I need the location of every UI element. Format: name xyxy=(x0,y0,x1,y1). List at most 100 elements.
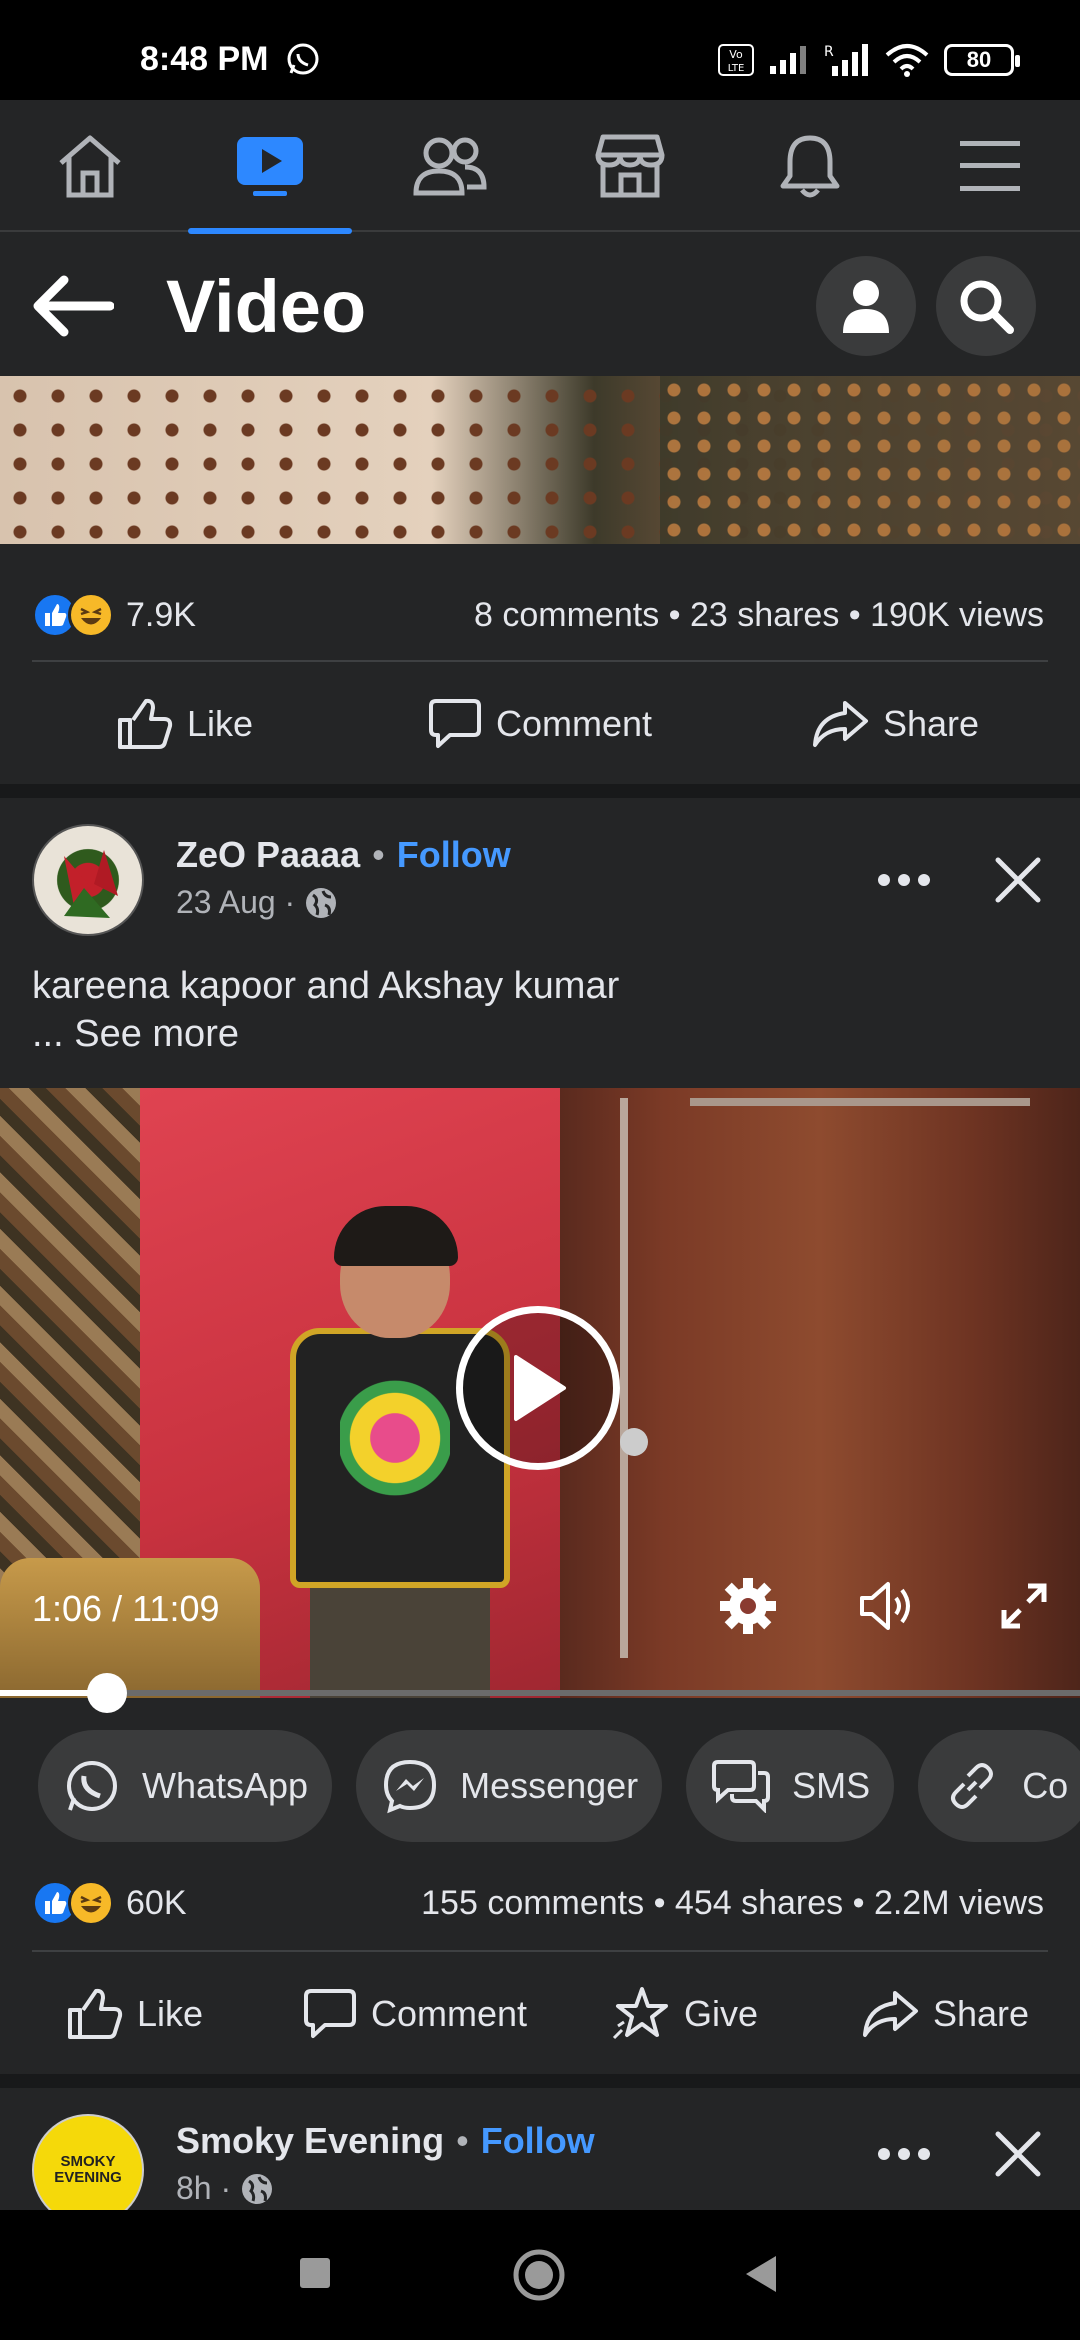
reaction-count: 7.9K xyxy=(126,595,196,634)
recents-icon[interactable] xyxy=(298,2256,332,2290)
like-button[interactable]: Like xyxy=(0,698,370,750)
play-icon xyxy=(514,1355,566,1421)
give-button[interactable]: Give xyxy=(560,1986,810,2042)
svg-text:LTE: LTE xyxy=(728,63,745,74)
progress-knob[interactable] xyxy=(86,1673,127,1713)
comment-label: Comment xyxy=(370,1993,528,2034)
thumbs-up-icon xyxy=(67,1988,123,2039)
avatar-text: EVENING xyxy=(54,2169,122,2186)
share-button[interactable]: Share xyxy=(710,699,1080,749)
share-icon xyxy=(862,1991,918,2037)
svg-text:R: R xyxy=(824,44,834,60)
reaction-count: 60K xyxy=(126,1883,187,1922)
tab-notifications[interactable] xyxy=(720,100,900,232)
friends-icon xyxy=(413,137,487,196)
svg-text:Vo: Vo xyxy=(729,48,743,61)
whatsapp-icon xyxy=(287,43,319,75)
tab-home[interactable] xyxy=(0,100,180,232)
fullscreen-button[interactable] xyxy=(992,1574,1056,1638)
close-icon[interactable] xyxy=(990,2126,1046,2182)
search-button[interactable] xyxy=(936,256,1036,356)
avatar[interactable]: SMOKY EVENING xyxy=(32,2114,144,2210)
post-meta[interactable]: 155 comments • 454 shares • 2.2M views xyxy=(421,1884,1044,1923)
post2-actions: Like Comment Give Share xyxy=(0,1954,1080,2074)
share-copy-link-chip[interactable]: Co xyxy=(918,1730,1080,1842)
divider xyxy=(32,660,1048,662)
share-messenger-chip[interactable]: Messenger xyxy=(356,1730,663,1842)
back-arrow-icon[interactable] xyxy=(30,274,114,338)
chip-label: Messenger xyxy=(460,1765,639,1806)
person-icon xyxy=(843,280,889,333)
haha-reaction-icon xyxy=(68,1880,114,1926)
video-progress-bar[interactable] xyxy=(0,1673,1080,1713)
close-icon[interactable] xyxy=(990,852,1046,908)
comment-button[interactable]: Comment xyxy=(370,698,710,750)
status-bar: 8:48 PM Vo LTE R 80 xyxy=(0,0,1080,100)
messenger-icon xyxy=(384,1759,437,1814)
share-label: Share xyxy=(882,703,980,744)
share-button[interactable]: Share xyxy=(810,1989,1080,2039)
thumbs-up-icon xyxy=(117,698,173,749)
comment-icon xyxy=(428,699,481,748)
follow-button[interactable]: Follow xyxy=(397,834,511,876)
play-button[interactable] xyxy=(456,1306,620,1470)
tab-friends[interactable] xyxy=(360,100,540,232)
volume-button[interactable] xyxy=(856,1574,920,1638)
video-player[interactable]: 1:06 / 11:09 xyxy=(0,1088,1080,1698)
haha-reaction-icon xyxy=(68,592,114,638)
wifi-icon xyxy=(885,44,929,77)
more-options-icon[interactable] xyxy=(874,860,934,900)
tab-video[interactable] xyxy=(180,100,360,234)
share-chips: WhatsApp Messenger SMS Co xyxy=(38,1730,1080,1842)
chip-label: SMS xyxy=(792,1765,871,1806)
back-triangle-icon[interactable] xyxy=(742,2254,778,2294)
share-icon xyxy=(812,701,868,747)
comment-icon xyxy=(303,1989,356,2038)
post-separator xyxy=(0,784,1080,798)
follow-button[interactable]: Follow xyxy=(481,2120,595,2162)
avatar[interactable] xyxy=(32,824,144,936)
home-circle-icon[interactable] xyxy=(512,2248,566,2302)
reactions-summary[interactable]: 7.9K xyxy=(32,592,196,638)
settings-button[interactable] xyxy=(716,1574,780,1638)
gear-icon xyxy=(720,1578,776,1634)
reactions-summary[interactable]: 60K xyxy=(32,1880,187,1926)
chip-label: WhatsApp xyxy=(142,1765,309,1806)
sms-icon xyxy=(712,1760,771,1813)
page-title: Video xyxy=(166,265,367,348)
speaker-icon xyxy=(860,1582,910,1630)
tab-marketplace[interactable] xyxy=(540,100,720,232)
profile-button[interactable] xyxy=(816,256,916,356)
expand-icon xyxy=(1001,1583,1047,1629)
post1-actions: Like Comment Share xyxy=(0,664,1080,784)
post-caption: kareena kapoor and Akshay kumar ... See … xyxy=(32,962,619,1058)
video-time: 1:06 / 11:09 xyxy=(32,1588,220,1629)
author-name[interactable]: ZeO Paaaa xyxy=(176,834,360,876)
post2-header: ZeO Paaaa • Follow 23 Aug · xyxy=(0,800,1080,940)
share-whatsapp-chip[interactable]: WhatsApp xyxy=(38,1730,333,1842)
share-label: Share xyxy=(932,1993,1030,2034)
tab-menu[interactable] xyxy=(900,100,1080,232)
post-date[interactable]: 23 Aug · xyxy=(176,884,295,921)
status-icons: Vo LTE R 80 xyxy=(718,42,1020,78)
more-options-icon[interactable] xyxy=(874,2134,934,2174)
comment-button[interactable]: Comment xyxy=(270,1988,560,2040)
like-label: Like xyxy=(136,1993,204,2034)
see-more-link[interactable]: ... See more xyxy=(32,1010,619,1058)
separator-dot: • xyxy=(372,834,385,875)
author-name[interactable]: Smoky Evening xyxy=(176,2120,444,2162)
like-label: Like xyxy=(186,703,254,744)
post2-stats: 60K 155 comments • 454 shares • 2.2M vie… xyxy=(0,1850,1080,1970)
like-button[interactable]: Like xyxy=(0,1988,270,2040)
star-give-icon xyxy=(612,1987,668,2040)
video-thumbnail-previous[interactable] xyxy=(0,376,1080,544)
post1-stats: 7.9K 8 comments • 23 shares • 190K views xyxy=(0,550,1080,670)
divider xyxy=(32,1950,1048,1952)
video-icon xyxy=(237,137,303,196)
post-date[interactable]: 8h · xyxy=(176,2170,231,2207)
share-sms-chip[interactable]: SMS xyxy=(686,1730,895,1842)
link-icon xyxy=(951,1763,994,1809)
system-nav-bar xyxy=(0,2210,1080,2340)
page-header: Video xyxy=(0,234,1080,376)
post-meta[interactable]: 8 comments • 23 shares • 190K views xyxy=(474,596,1044,635)
